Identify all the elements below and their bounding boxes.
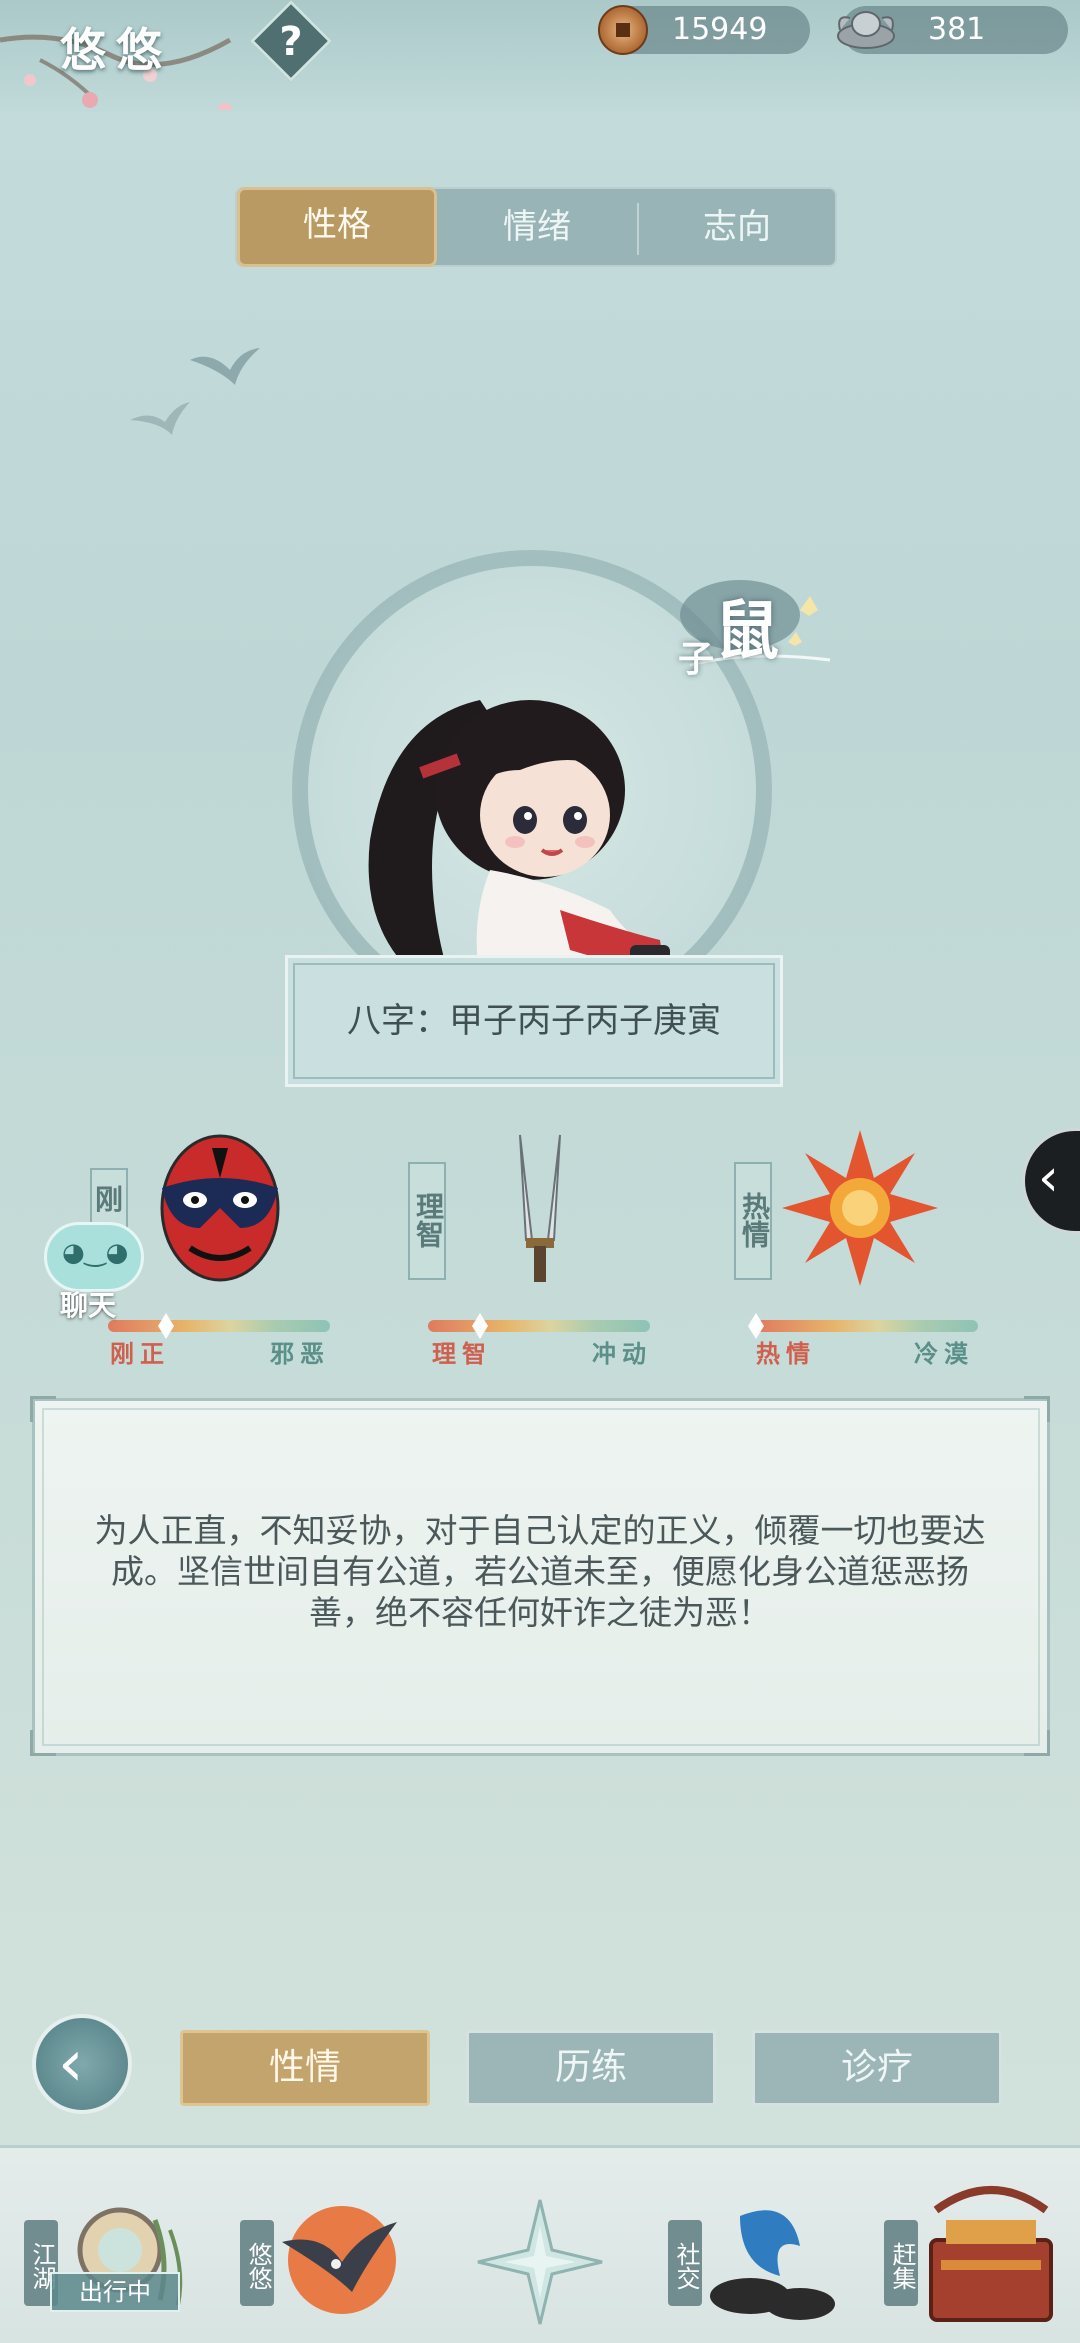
nav-label-market[interactable]: 赶集 (884, 2226, 918, 2306)
trait-bar-righteous (108, 1320, 330, 1332)
trait-bar-passion (756, 1320, 978, 1332)
bazi-panel: 八字：甲子丙子丙子庚寅 (285, 955, 783, 1087)
panel-corner (1024, 1730, 1050, 1756)
subtab-treatment[interactable]: 诊疗 (752, 2030, 1002, 2106)
personality-description: 为人正直，不知妥协，对于自己认定的正义，倾覆一切也要达成。坚信世间自有公道，若公… (94, 1511, 986, 1632)
player-name: 悠悠 (60, 23, 172, 77)
back-arrow-icon[interactable]: ‹ (58, 2024, 84, 2104)
trait-right-label: 邪恶 (270, 1339, 330, 1368)
zodiac-branch: 子 (678, 638, 715, 680)
chat-face-icon[interactable]: ◕‿◕ (62, 1238, 128, 1268)
bazi-text: 八字：甲子丙子丙子庚寅 (347, 1001, 721, 1041)
category-tabs: 性格 情绪 志向 (235, 187, 837, 267)
panel-corner (1024, 1396, 1050, 1422)
panel-corner (30, 1730, 56, 1756)
copper-value: 15949 (672, 12, 768, 47)
character-avatar[interactable] (330, 680, 710, 980)
silver-value: 381 (928, 12, 986, 47)
zodiac-animal: 鼠 (715, 594, 779, 669)
compass-star-icon[interactable] (476, 2198, 604, 2326)
trait-tag-rational-label: 理智 (412, 1192, 445, 1248)
trait-left-label: 热情 (756, 1339, 816, 1368)
trait-tag-righteous-label: 刚 (94, 1183, 123, 1216)
tab-ambition[interactable]: 志向 (637, 189, 837, 265)
nav-label-social[interactable]: 社交 (668, 2226, 702, 2306)
trait-left-label: 理智 (432, 1339, 492, 1368)
help-icon[interactable]: ? (270, 14, 312, 70)
chevron-left-icon[interactable]: ‹ (1038, 1148, 1059, 1208)
subtab-temperament[interactable]: 性情 (180, 2030, 430, 2106)
trait-left-label: 刚正 (110, 1339, 170, 1368)
trait-bar-rational (428, 1320, 650, 1332)
market-basket-icon[interactable] (916, 2180, 1066, 2330)
sun-flame-icon[interactable] (778, 1126, 942, 1290)
silver-ingot-icon (837, 11, 895, 49)
wave-teacup-icon[interactable] (700, 2196, 840, 2326)
tab-emotion[interactable]: 情绪 (437, 189, 637, 265)
tab-personality[interactable]: 性格 (237, 187, 437, 267)
copper-coin-icon (598, 5, 648, 55)
opera-mask-icon[interactable] (150, 1128, 290, 1288)
swallow-sun-icon[interactable] (272, 2192, 402, 2322)
subtab-experience[interactable]: 历练 (466, 2030, 716, 2106)
outing-status-badge: 出行中 (50, 2272, 180, 2312)
nav-label-youyou[interactable]: 悠悠 (240, 2226, 274, 2306)
chat-label[interactable]: 聊天 (60, 1284, 116, 1324)
trait-right-label: 冲动 (592, 1339, 652, 1368)
panel-corner (30, 1396, 56, 1422)
swallows-decoration (130, 348, 260, 435)
twin-swords-icon[interactable] (490, 1130, 590, 1290)
trait-tag-passion-label: 热情 (738, 1192, 771, 1248)
trait-right-label: 冷漠 (914, 1339, 974, 1368)
